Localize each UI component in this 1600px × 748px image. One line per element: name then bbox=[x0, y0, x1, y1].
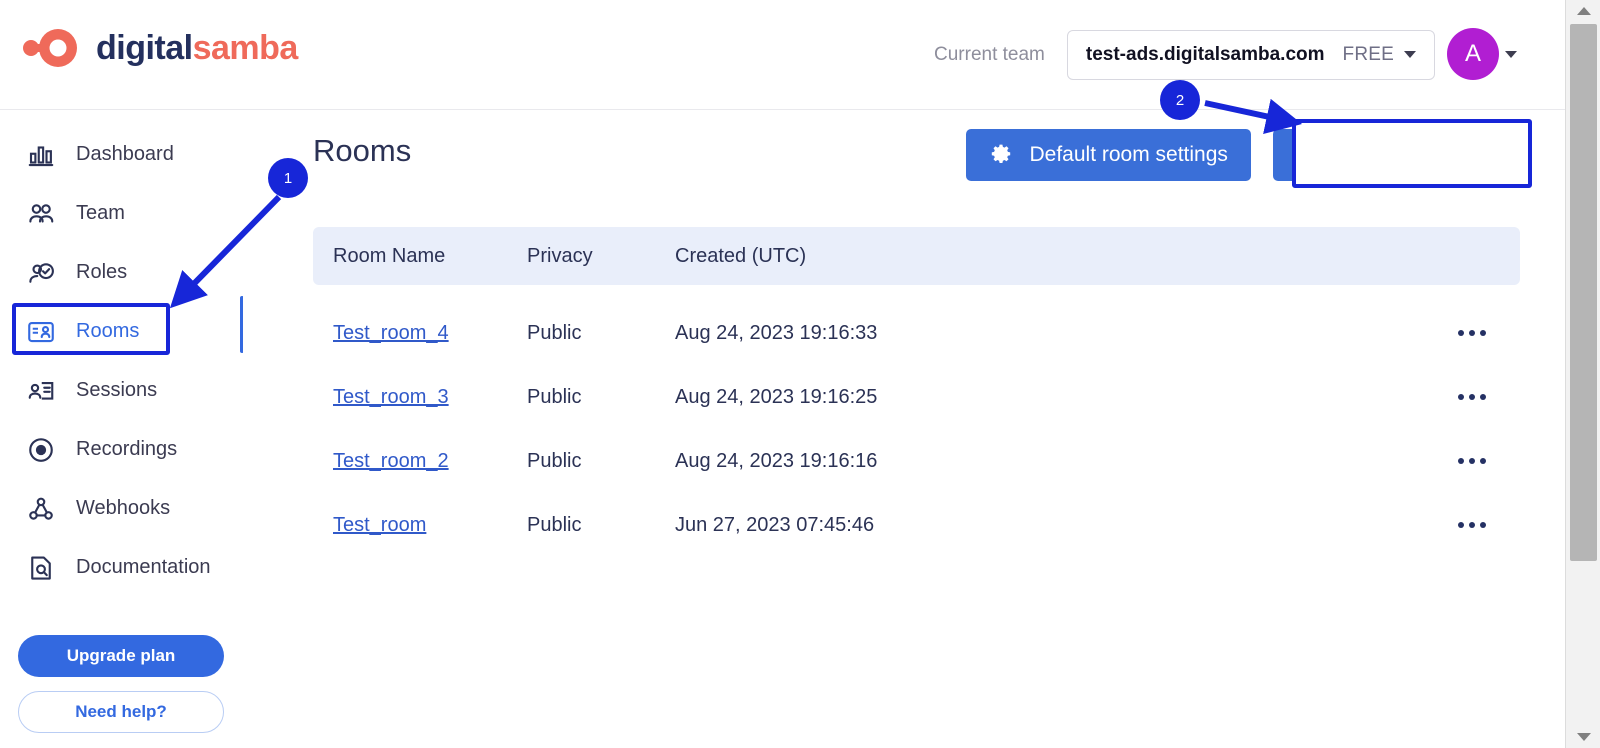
logo-wordmark: digitalsamba bbox=[96, 31, 298, 65]
team-plan-badge: FREE bbox=[1342, 43, 1394, 65]
bar-chart-icon bbox=[28, 145, 54, 166]
room-name-link[interactable]: Test_room_3 bbox=[333, 386, 449, 408]
table-row[interactable]: Test_room_3 Public Aug 24, 2023 19:16:25 bbox=[313, 365, 1520, 429]
sidebar-item-label: Rooms bbox=[76, 320, 140, 342]
sidebar-item-roles[interactable]: Roles bbox=[0, 243, 243, 302]
sidebar-actions: Upgrade plan Need help? bbox=[18, 635, 224, 733]
sidebar-item-recordings[interactable]: Recordings bbox=[0, 420, 243, 479]
column-header-privacy: Privacy bbox=[527, 244, 593, 267]
table-row[interactable]: Test_room Public Jun 27, 2023 07:45:46 bbox=[313, 493, 1520, 557]
sidebar-nav: Dashboard Team Roles Rooms Sessions Reco… bbox=[0, 125, 243, 597]
column-header-created: Created (UTC) bbox=[675, 244, 807, 267]
sidebar-item-dashboard[interactable]: Dashboard bbox=[0, 125, 243, 184]
row-menu-icon[interactable] bbox=[1454, 322, 1490, 344]
sidebar-item-label: Dashboard bbox=[76, 143, 174, 165]
page-title: Rooms bbox=[313, 133, 412, 168]
upgrade-plan-button[interactable]: Upgrade plan bbox=[18, 635, 224, 677]
id-card-icon bbox=[28, 321, 54, 342]
room-privacy: Public bbox=[527, 513, 582, 536]
room-name-link[interactable]: Test_room bbox=[333, 514, 426, 536]
digitalsamba-logo-icon bbox=[23, 29, 77, 67]
chevron-down-icon bbox=[1505, 50, 1517, 58]
avatar: A bbox=[1447, 28, 1499, 80]
logo-text-primary: digital bbox=[96, 29, 193, 67]
sidebar-item-documentation[interactable]: Documentation bbox=[0, 538, 243, 597]
room-privacy: Public bbox=[527, 385, 582, 408]
sidebar-item-label: Recordings bbox=[76, 438, 178, 460]
sidebar-item-label: Documentation bbox=[76, 556, 211, 578]
people-icon bbox=[29, 203, 54, 223]
sidebar-item-webhooks[interactable]: Webhooks bbox=[0, 479, 243, 538]
table-body: Test_room_4 Public Aug 24, 2023 19:16:33… bbox=[313, 301, 1520, 557]
room-created: Jun 27, 2023 07:45:46 bbox=[675, 513, 875, 536]
current-team-label: Current team bbox=[934, 44, 1045, 65]
table-header-row: Room Name Privacy Created (UTC) bbox=[313, 227, 1520, 285]
main-content: Rooms Default room settings Create new r… bbox=[243, 111, 1565, 748]
sidebar-item-team[interactable]: Team bbox=[0, 184, 243, 243]
default-room-settings-button[interactable]: Default room settings bbox=[966, 129, 1251, 181]
room-created: Aug 24, 2023 19:16:16 bbox=[675, 449, 878, 472]
room-created: Aug 24, 2023 19:16:25 bbox=[675, 385, 878, 408]
sidebar-item-rooms[interactable]: Rooms bbox=[0, 302, 243, 361]
team-selector-area: Current team test-ads.digitalsamba.com F… bbox=[934, 30, 1435, 80]
chevron-down-icon bbox=[1404, 51, 1416, 58]
gear-icon bbox=[992, 144, 1011, 163]
create-new-room-button[interactable]: Create new room bbox=[1272, 129, 1520, 181]
row-menu-icon[interactable] bbox=[1454, 450, 1490, 472]
sidebar-item-sessions[interactable]: Sessions bbox=[0, 361, 243, 420]
page-actions: Default room settings Create new room bbox=[966, 129, 1520, 181]
top-header: digitalsamba Current team test-ads.digit… bbox=[0, 0, 1565, 110]
triangle-up-icon bbox=[1576, 7, 1591, 15]
person-check-icon bbox=[29, 262, 54, 283]
page-scrollbar[interactable] bbox=[1565, 0, 1600, 748]
column-header-room-name: Room Name bbox=[333, 244, 446, 267]
team-name: test-ads.digitalsamba.com bbox=[1085, 43, 1325, 65]
brand-logo[interactable]: digitalsamba bbox=[22, 28, 298, 68]
room-privacy: Public bbox=[527, 321, 582, 344]
room-created: Aug 24, 2023 19:16:33 bbox=[675, 321, 878, 344]
scroll-down-button[interactable] bbox=[1566, 726, 1600, 748]
app-window: digitalsamba Current team test-ads.digit… bbox=[0, 0, 1600, 748]
room-name-link[interactable]: Test_room_2 bbox=[333, 450, 449, 472]
sidebar-item-label: Team bbox=[76, 202, 125, 224]
doc-search-icon bbox=[31, 555, 51, 580]
user-menu[interactable]: A bbox=[1447, 28, 1517, 80]
scrollbar-thumb[interactable] bbox=[1570, 24, 1597, 561]
table-row[interactable]: Test_room_4 Public Aug 24, 2023 19:16:33 bbox=[313, 301, 1520, 365]
room-name-link[interactable]: Test_room_4 bbox=[333, 322, 449, 344]
default-room-settings-label: Default room settings bbox=[1029, 143, 1228, 166]
row-menu-icon[interactable] bbox=[1454, 514, 1490, 536]
row-menu-icon[interactable] bbox=[1454, 386, 1490, 408]
sidebar-item-label: Webhooks bbox=[76, 497, 171, 519]
sidebar-item-label: Sessions bbox=[76, 379, 158, 401]
plus-icon bbox=[1299, 146, 1317, 164]
rooms-table: Room Name Privacy Created (UTC) Test_roo… bbox=[313, 227, 1520, 557]
room-privacy: Public bbox=[527, 449, 582, 472]
triangle-down-icon bbox=[1576, 733, 1591, 741]
table-row[interactable]: Test_room_2 Public Aug 24, 2023 19:16:16 bbox=[313, 429, 1520, 493]
sidebar: Dashboard Team Roles Rooms Sessions Reco… bbox=[0, 111, 243, 748]
logo-text-secondary: samba bbox=[192, 29, 299, 67]
scroll-up-button[interactable] bbox=[1566, 0, 1600, 22]
need-help-button[interactable]: Need help? bbox=[18, 691, 224, 733]
record-dot-icon bbox=[29, 437, 53, 462]
webhook-icon bbox=[29, 497, 53, 520]
person-list-icon bbox=[28, 381, 54, 400]
team-selector[interactable]: test-ads.digitalsamba.com FREE bbox=[1066, 30, 1435, 80]
create-new-room-label: Create new room bbox=[1335, 143, 1497, 166]
sidebar-item-label: Roles bbox=[76, 261, 128, 283]
